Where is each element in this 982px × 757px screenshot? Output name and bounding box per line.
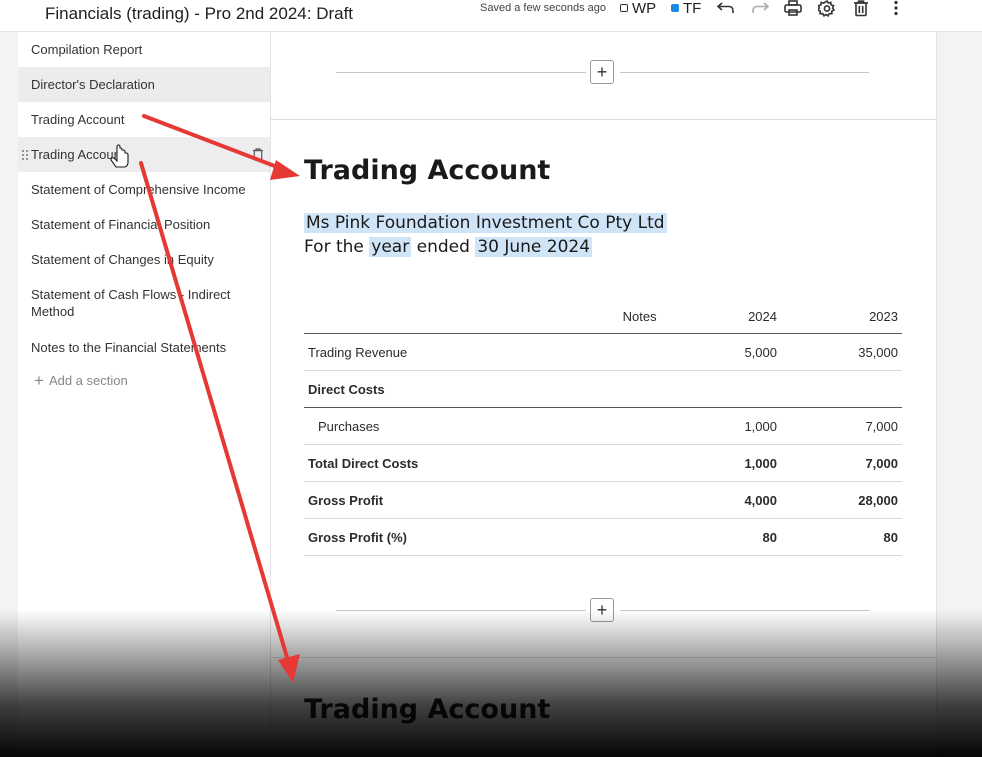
column-header-label [304,300,586,334]
period-date: 30 June 2024 [475,237,593,257]
table-row[interactable]: Purchases 1,000 7,000 [304,407,902,445]
drag-handle-icon[interactable] [21,149,29,161]
sidebar-item-statement-cash-flows[interactable]: Statement of Cash Flows - Indirect Metho… [18,277,270,329]
section-sidebar: Compilation Report Director's Declaratio… [18,32,271,757]
value-2024: 1,000 [660,444,781,482]
sidebar-item-label: Statement of Financial Position [31,217,211,232]
top-bar: Financials (trading) - Pro 2nd 2024: Dra… [0,0,982,32]
sidebar-item-statement-financial-position[interactable]: Statement of Financial Position [18,207,270,242]
right-gutter [936,32,982,757]
value-2023 [781,370,902,408]
section-separator [271,119,936,120]
table-row[interactable]: Direct Costs [304,370,902,408]
period-year: year [369,237,412,257]
print-icon[interactable] [782,0,804,18]
wp-toggle-label: WP [632,0,657,17]
sidebar-item-label: Director's Declaration [31,77,155,92]
row-label: Purchases [304,407,586,445]
sidebar-item-label: Statement of Cash Flows - Indirect Metho… [31,287,231,319]
undo-icon[interactable] [715,0,737,18]
add-section-label: Add a section [48,373,128,388]
value-2023: 28,000 [781,481,902,519]
redo-icon[interactable] [749,0,771,18]
row-notes [585,444,661,482]
value-2024: 80 [660,518,781,556]
divider [620,72,869,73]
delete-section-icon[interactable] [252,148,264,161]
table-header-row: Notes 2024 2023 [304,300,902,334]
row-label: Total Direct Costs [304,444,586,482]
sidebar-item-directors-declaration[interactable]: Director's Declaration [18,67,270,102]
row-notes [585,518,661,556]
sidebar-item-notes[interactable]: Notes to the Financial Statements [18,330,270,365]
row-notes [585,407,661,445]
row-label: Trading Revenue [304,333,586,371]
section-heading: Trading Account [304,155,551,186]
add-section-button[interactable]: + Add a section [34,371,128,390]
save-status: Saved a few seconds ago [480,2,606,14]
table-row[interactable]: Total Direct Costs 1,000 7,000 [304,444,902,482]
column-header-notes: Notes [585,300,661,334]
sidebar-item-label: Statement of Comprehensive Income [31,182,246,197]
value-2023: 35,000 [781,333,902,371]
section-separator [271,657,936,658]
trading-account-table: Notes 2024 2023 Trading Revenue 5,000 35… [304,300,902,556]
value-2024 [660,370,781,408]
add-block-button[interactable]: + [590,598,614,622]
row-label: Gross Profit (%) [304,518,586,556]
period-text: ended [416,237,470,257]
column-header-2023: 2023 [781,300,902,334]
row-notes [585,370,661,408]
sidebar-item-label: Statement of Changes in Equity [31,252,214,267]
value-2023: 7,000 [781,444,902,482]
more-icon[interactable] [885,0,907,18]
document-title: Financials (trading) - Pro 2nd 2024: Dra… [45,4,354,23]
divider [336,72,586,73]
divider [336,610,586,611]
tf-toggle[interactable]: TF [671,0,702,17]
sidebar-item-statement-comprehensive-income[interactable]: Statement of Comprehensive Income [18,172,270,207]
sidebar-item-trading-account-copy[interactable]: Trading Account [18,137,270,172]
sidebar-item-label: Trading Account [31,147,125,162]
row-label: Gross Profit [304,481,586,519]
sidebar-item-compilation-report[interactable]: Compilation Report [18,32,270,67]
checkbox-icon [620,4,628,12]
value-2024: 1,000 [660,407,781,445]
table-row[interactable]: Trading Revenue 5,000 35,000 [304,333,902,371]
table-row[interactable]: Gross Profit 4,000 28,000 [304,481,902,519]
period-text: For the [304,237,364,257]
value-2024: 4,000 [660,481,781,519]
sidebar-item-trading-account[interactable]: Trading Account [18,102,270,137]
tf-toggle-label: TF [683,0,702,17]
add-block-button[interactable]: + [590,60,614,84]
sidebar-item-statement-changes-equity[interactable]: Statement of Changes in Equity [18,242,270,277]
divider [620,610,869,611]
plus-icon: + [34,371,44,390]
wp-toggle[interactable]: WP [620,0,657,17]
checkbox-icon [671,4,679,12]
value-2023: 7,000 [781,407,902,445]
table-row[interactable]: Gross Profit (%) 80 80 [304,518,902,556]
column-header-2024: 2024 [660,300,781,334]
entity-header: Ms Pink Foundation Investment Co Pty Ltd… [304,211,667,259]
row-notes [585,333,661,371]
sidebar-item-label: Compilation Report [31,42,143,57]
sidebar-item-label: Trading Account [31,112,125,127]
settings-icon[interactable] [816,0,838,18]
trash-icon[interactable] [850,0,872,18]
value-2023: 80 [781,518,902,556]
row-notes [585,481,661,519]
value-2024: 5,000 [660,333,781,371]
row-label: Direct Costs [304,370,586,408]
sidebar-item-label: Notes to the Financial Statements [31,340,227,355]
entity-name: Ms Pink Foundation Investment Co Pty Ltd [304,213,667,233]
next-section-heading: Trading Account [304,694,551,725]
